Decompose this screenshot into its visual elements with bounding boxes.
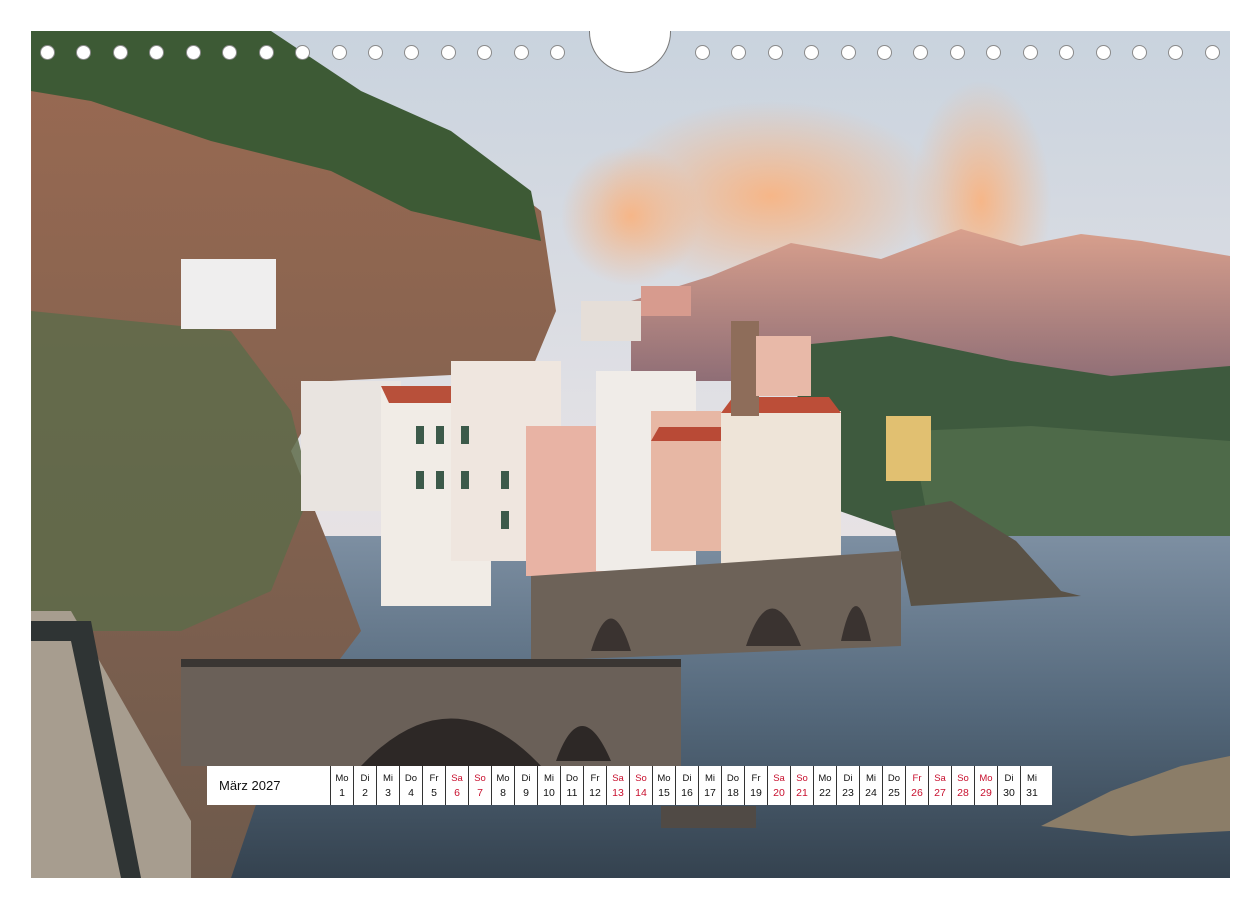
weekday-label: Fr bbox=[751, 772, 761, 784]
day-number: 29 bbox=[980, 786, 992, 799]
weekday-label: Fr bbox=[429, 772, 439, 784]
day-number: 6 bbox=[454, 786, 460, 799]
day-cell: Do 4 bbox=[399, 766, 422, 805]
day-number: 14 bbox=[635, 786, 647, 799]
day-cells: Mo 1 Di 2 Mi 3 Do 4 Fr 5 Sa 6 So 7 Mo 8 Di 9 Mi 10 Do 11 Fr 12 S… bbox=[330, 766, 1052, 805]
day-number: 10 bbox=[543, 786, 555, 799]
day-number: 27 bbox=[934, 786, 946, 799]
day-cell: Di 16 bbox=[675, 766, 698, 805]
day-number: 15 bbox=[658, 786, 670, 799]
day-cell: Fr 5 bbox=[422, 766, 445, 805]
weekday-label: So bbox=[635, 772, 647, 784]
day-number: 9 bbox=[523, 786, 529, 799]
weekday-label: Mi bbox=[865, 772, 877, 784]
day-number: 30 bbox=[1003, 786, 1015, 799]
day-cell: So 14 bbox=[629, 766, 652, 805]
day-cell: Mo 22 bbox=[813, 766, 836, 805]
weekday-label: Mo bbox=[979, 772, 993, 784]
weekday-label: So bbox=[796, 772, 808, 784]
weekday-label: Sa bbox=[934, 772, 946, 784]
day-number: 21 bbox=[796, 786, 808, 799]
day-cell: So 7 bbox=[468, 766, 491, 805]
calendar-page: März 2027 Mo 1 Di 2 Mi 3 Do 4 Fr 5 Sa 6 So 7 Mo 8 Di 9 Mi 1… bbox=[0, 0, 1260, 908]
day-number: 26 bbox=[911, 786, 923, 799]
day-cell: Mi 17 bbox=[698, 766, 721, 805]
weekday-label: So bbox=[957, 772, 969, 784]
day-cell: Sa 13 bbox=[606, 766, 629, 805]
day-cell: Di 2 bbox=[353, 766, 376, 805]
weekday-label: Di bbox=[360, 772, 370, 784]
day-cell: Mi 24 bbox=[859, 766, 882, 805]
weekday-label: Mo bbox=[335, 772, 349, 784]
weekday-label: Do bbox=[726, 772, 740, 784]
day-number: 17 bbox=[704, 786, 716, 799]
weekday-label: Mo bbox=[657, 772, 671, 784]
day-number: 18 bbox=[727, 786, 739, 799]
day-cell: Fr 12 bbox=[583, 766, 606, 805]
day-cell: Mo 29 bbox=[974, 766, 997, 805]
weekday-label: Do bbox=[565, 772, 579, 784]
day-cell: So 21 bbox=[790, 766, 813, 805]
calendar-strip: März 2027 Mo 1 Di 2 Mi 3 Do 4 Fr 5 Sa 6 So 7 Mo 8 Di 9 Mi 1… bbox=[207, 766, 1052, 805]
day-number: 3 bbox=[385, 786, 391, 799]
day-cell: Sa 27 bbox=[928, 766, 951, 805]
day-number: 4 bbox=[408, 786, 414, 799]
weekday-label: Fr bbox=[590, 772, 600, 784]
day-cell: Mi 31 bbox=[1020, 766, 1043, 805]
day-number: 12 bbox=[589, 786, 601, 799]
day-cell: Do 25 bbox=[882, 766, 905, 805]
weekday-label: Do bbox=[404, 772, 418, 784]
weekday-label: Mo bbox=[818, 772, 832, 784]
weekday-label: Mi bbox=[382, 772, 394, 784]
weekday-label: Fr bbox=[912, 772, 922, 784]
day-number: 24 bbox=[865, 786, 877, 799]
amalfi-coast-photo bbox=[31, 31, 1230, 878]
weekday-label: Sa bbox=[451, 772, 463, 784]
day-cell: Fr 26 bbox=[905, 766, 928, 805]
day-number: 23 bbox=[842, 786, 854, 799]
weekday-label: Di bbox=[843, 772, 853, 784]
day-cell: Do 18 bbox=[721, 766, 744, 805]
day-cell: So 28 bbox=[951, 766, 974, 805]
weekday-label: So bbox=[474, 772, 486, 784]
day-cell: Mo 1 bbox=[330, 766, 353, 805]
day-number: 22 bbox=[819, 786, 831, 799]
day-cell: Mo 15 bbox=[652, 766, 675, 805]
month-title: März 2027 bbox=[219, 778, 281, 793]
weekday-label: Do bbox=[887, 772, 901, 784]
day-number: 7 bbox=[477, 786, 483, 799]
day-cell: Di 23 bbox=[836, 766, 859, 805]
weekday-label: Sa bbox=[773, 772, 785, 784]
day-cell: Fr 19 bbox=[744, 766, 767, 805]
day-cell: Mi 10 bbox=[537, 766, 560, 805]
day-cell: Mi 3 bbox=[376, 766, 399, 805]
weekday-label: Mi bbox=[1026, 772, 1038, 784]
weekday-label: Mo bbox=[496, 772, 510, 784]
weekday-label: Di bbox=[682, 772, 692, 784]
day-number: 31 bbox=[1026, 786, 1038, 799]
day-number: 8 bbox=[500, 786, 506, 799]
day-number: 11 bbox=[566, 786, 578, 799]
day-number: 20 bbox=[773, 786, 785, 799]
weekday-label: Mi bbox=[704, 772, 716, 784]
weekday-label: Mi bbox=[543, 772, 555, 784]
day-number: 25 bbox=[888, 786, 900, 799]
day-number: 5 bbox=[431, 786, 437, 799]
weekday-label: Sa bbox=[612, 772, 624, 784]
day-number: 13 bbox=[612, 786, 624, 799]
day-number: 16 bbox=[681, 786, 693, 799]
day-cell: Mo 8 bbox=[491, 766, 514, 805]
day-number: 1 bbox=[339, 786, 345, 799]
day-cell: Sa 20 bbox=[767, 766, 790, 805]
day-number: 19 bbox=[750, 786, 762, 799]
day-cell: Do 11 bbox=[560, 766, 583, 805]
day-cell: Sa 6 bbox=[445, 766, 468, 805]
day-cell: Di 9 bbox=[514, 766, 537, 805]
day-cell: Di 30 bbox=[997, 766, 1020, 805]
day-number: 2 bbox=[362, 786, 368, 799]
weekday-label: Di bbox=[1004, 772, 1014, 784]
day-number: 28 bbox=[957, 786, 969, 799]
weekday-label: Di bbox=[521, 772, 531, 784]
